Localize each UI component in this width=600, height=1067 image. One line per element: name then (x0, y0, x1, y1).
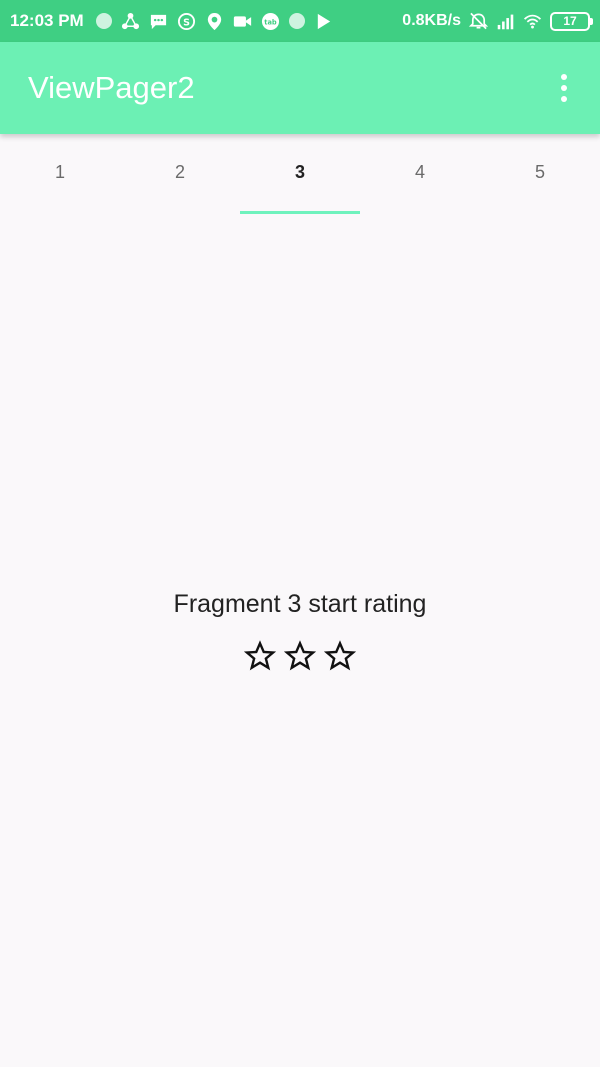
app-bar: ViewPager2 (0, 42, 600, 134)
svg-text:S: S (183, 17, 190, 28)
location-icon (205, 12, 224, 31)
message-icon (149, 12, 168, 31)
star-icon (324, 640, 356, 671)
menu-dot (561, 74, 567, 80)
battery-icon: 17 (550, 11, 593, 31)
tab-2[interactable]: 2 (120, 134, 240, 214)
fragment-text: Fragment 3 start rating (173, 590, 427, 618)
badge-icon: tab (261, 12, 280, 31)
tab-4[interactable]: 4 (360, 134, 480, 214)
star-icon (244, 640, 276, 671)
app-title: ViewPager2 (28, 70, 195, 105)
menu-dot (561, 85, 567, 91)
notification-icons: S tab (95, 12, 403, 31)
dot-icon (288, 13, 305, 29)
video-icon (233, 12, 252, 31)
tab-layout: 1 2 3 4 5 (0, 134, 600, 214)
overflow-menu-icon[interactable] (552, 68, 576, 108)
star-icon (284, 640, 316, 671)
tab-3[interactable]: 3 (240, 134, 360, 214)
view-pager[interactable]: Fragment 3 start rating (0, 214, 600, 1067)
wifi-icon (523, 12, 542, 31)
status-right: 0.8KB/s 17 (402, 11, 593, 31)
status-time: 12:03 PM (10, 11, 84, 30)
s-icon: S (177, 12, 196, 31)
status-bar: 12:03 PM S tab 0.8KB/s 17 (0, 0, 600, 42)
tab-5[interactable]: 5 (480, 134, 600, 214)
svg-text:tab: tab (264, 18, 277, 26)
tab-1[interactable]: 1 (0, 134, 120, 214)
network-speed: 0.8KB/s (402, 12, 461, 29)
alarm-off-icon (469, 12, 488, 31)
star-rating (0, 640, 600, 672)
menu-dot (561, 96, 567, 102)
share-icon (121, 12, 140, 31)
play-store-icon (314, 12, 333, 31)
dot-icon (95, 13, 112, 29)
signal-icon (496, 12, 515, 31)
